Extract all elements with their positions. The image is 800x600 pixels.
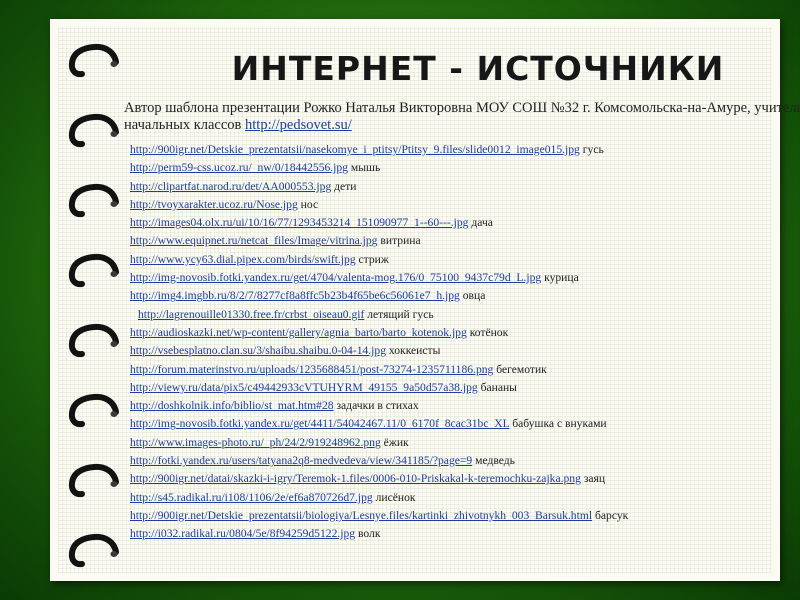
source-label: дети [334,179,357,193]
source-link[interactable]: http://fotki.yandex.ru/users/tatyana2q8-… [130,454,472,467]
source-label: овца [462,289,486,303]
source-item: http://www.images-photo.ru/_ph/24/2/9192… [130,434,800,452]
source-link[interactable]: http://doshkolnik.info/biblio/st_mat.htm… [130,399,334,412]
source-item: http://900igr.net/datai/skazki-i-igry/Te… [130,470,800,488]
author-link[interactable]: http://pedsovet.su/ [245,117,352,133]
source-link[interactable]: http://www.ycy63.dial.pipex.com/birds/sw… [130,253,356,266]
ring-binder-icon [68,533,119,568]
ring-binder-icon [68,43,119,78]
source-item: http://i032.radikal.ru/0804/5e/8f94259d5… [130,525,800,543]
author-text: Автор шаблона презентации Рожко Наталья … [124,100,800,133]
source-link[interactable]: http://images04.olx.ru/ui/10/16/77/12934… [130,216,468,229]
source-item: http://viewy.ru/data/pix5/c49442933cVTUH… [130,379,800,397]
source-item: http://audioskazki.net/wp-content/galler… [130,324,800,342]
source-label: котёнок [469,325,509,339]
source-link[interactable]: http://lagrenouille01330.free.fr/crbst_o… [138,308,364,321]
source-item: http://img-novosib.fotki.yandex.ru/get/4… [130,415,800,433]
slide-page: ИНТЕРНЕТ - ИСТОЧНИКИ Автор шаблона презе… [50,19,800,581]
source-label: бабушка с внуками [512,417,607,431]
source-item: http://www.equipnet.ru/netcat_files/Imag… [130,232,800,250]
ring-binder-icon [68,393,119,428]
source-link[interactable]: http://900igr.net/Detskie_prezentatsii/b… [130,509,592,522]
source-item: http://doshkolnik.info/biblio/st_mat.htm… [130,397,800,415]
source-label: летящий гусь [367,307,434,321]
ring-binder-icon [68,323,119,358]
source-link[interactable]: http://www.images-photo.ru/_ph/24/2/9192… [130,436,381,449]
source-label: витрина [380,234,421,248]
source-label: бегемотик [496,362,547,376]
source-label: стриж [358,252,389,266]
source-item: http://fotki.yandex.ru/users/tatyana2q8-… [130,452,800,470]
source-label: медведь [475,454,515,468]
source-label: ёжик [383,435,409,449]
source-item: http://img-novosib.fotki.yandex.ru/get/4… [130,269,800,287]
source-label: барсук [594,508,629,522]
source-item: http://lagrenouille01330.free.fr/crbst_o… [130,306,800,324]
source-link[interactable]: http://900igr.net/Detskie_prezentatsii/n… [130,143,580,156]
source-item: http://900igr.net/Detskie_prezentatsii/n… [130,141,800,159]
source-label: волк [358,527,381,541]
source-item: http://forum.materinstvo.ru/uploads/1235… [130,361,800,379]
source-label: бананы [480,380,517,394]
source-link[interactable]: http://img-novosib.fotki.yandex.ru/get/4… [130,417,509,430]
source-link[interactable]: http://www.equipnet.ru/netcat_files/Imag… [130,234,377,247]
source-link[interactable]: http://clipartfat.narod.ru/det/AA000553.… [130,180,331,193]
source-label: лисёнок [375,490,416,504]
source-item: http://s45.radikal.ru/i108/1106/2e/ef6a8… [130,489,800,507]
source-link[interactable]: http://viewy.ru/data/pix5/c49442933cVTUH… [130,381,478,394]
source-link[interactable]: http://tvoyxarakter.ucoz.ru/Nose.jpg [130,198,298,211]
source-link[interactable]: http://img-novosib.fotki.yandex.ru/get/4… [130,271,541,284]
source-label: хоккеисты [388,344,441,358]
ring-binder-icon [68,463,119,498]
source-link[interactable]: http://forum.materinstvo.ru/uploads/1235… [130,363,493,376]
source-link[interactable]: http://vsebesplatno.clan.su/3/shaibu.sha… [130,344,386,357]
source-item: http://tvoyxarakter.ucoz.ru/Nose.jpg нос [130,196,800,214]
source-link[interactable]: http://900igr.net/datai/skazki-i-igry/Te… [130,472,581,485]
ring-binder-icon [68,183,119,218]
source-link[interactable]: http://audioskazki.net/wp-content/galler… [130,326,467,339]
source-item: http://img4.imgbb.ru/8/2/7/8277cf8a8ffc5… [130,287,800,305]
source-item: http://perm59-css.ucoz.ru/_nw/0/18442556… [130,159,800,177]
source-label: гусь [582,143,604,156]
page-title: ИНТЕРНЕТ - ИСТОЧНИКИ [231,49,725,88]
source-link[interactable]: http://s45.radikal.ru/i108/1106/2e/ef6a8… [130,491,373,504]
ring-binder-icon [68,253,119,288]
source-list: http://900igr.net/Detskie_prezentatsii/n… [130,141,800,544]
source-label: нос [300,197,319,211]
source-item: http://images04.olx.ru/ui/10/16/77/12934… [130,214,800,232]
source-label: курица [544,271,579,285]
source-label: задачки в стихах [336,399,419,413]
source-item: http://vsebesplatno.clan.su/3/shaibu.sha… [130,342,800,360]
source-label: дача [471,216,493,230]
source-item: http://www.ycy63.dial.pipex.com/birds/sw… [130,251,800,269]
source-link[interactable]: http://i032.radikal.ru/0804/5e/8f94259d5… [130,527,355,540]
source-label: мышь [350,161,381,175]
source-item: http://900igr.net/Detskie_prezentatsii/b… [130,507,800,525]
source-item: http://clipartfat.narod.ru/det/AA000553.… [130,178,800,196]
source-link[interactable]: http://perm59-css.ucoz.ru/_nw/0/18442556… [130,161,348,174]
source-link[interactable]: http://img4.imgbb.ru/8/2/7/8277cf8a8ffc5… [130,289,460,302]
author-note: Автор шаблона презентации Рожко Наталья … [124,100,800,134]
source-label: заяц [583,472,606,486]
ring-binder-icon [68,113,119,148]
